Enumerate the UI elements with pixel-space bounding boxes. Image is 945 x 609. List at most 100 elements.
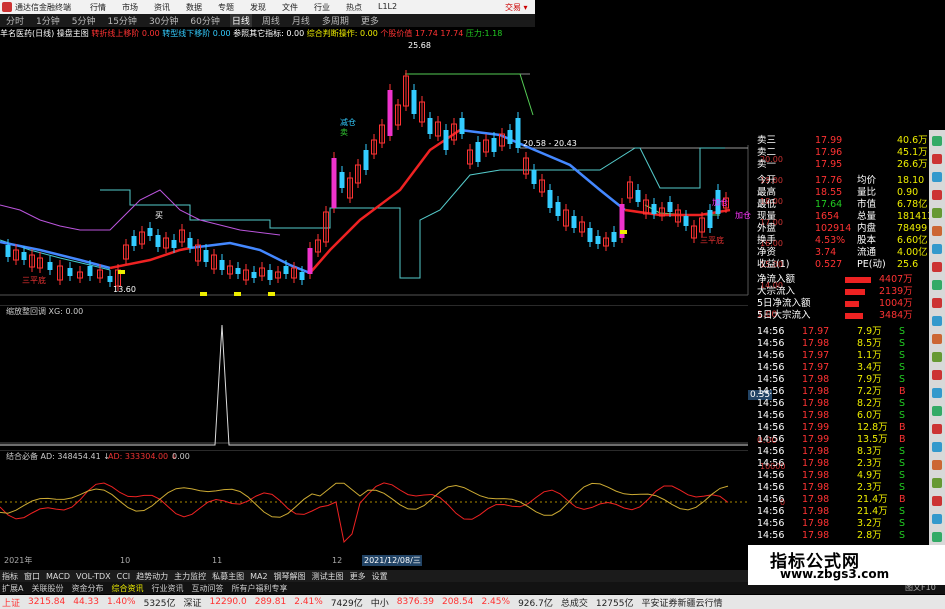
tool-icon[interactable] — [932, 334, 942, 344]
index-name[interactable]: 上证 — [2, 596, 20, 609]
tab-period[interactable]: 5分钟 — [70, 14, 98, 27]
info-tab[interactable]: 资金分布 — [71, 583, 103, 594]
tick-volume: 8.5万 — [857, 337, 882, 349]
menu-item[interactable]: 文件 — [282, 2, 298, 13]
menu-item[interactable]: 市场 — [122, 2, 138, 13]
indicator-tab[interactable]: 测试主图 — [312, 571, 344, 582]
indicator-tab[interactable]: VOL-TDX — [76, 572, 111, 581]
indicator-panel-1[interactable]: 缩放整回调 XG: 0.00 — [0, 305, 748, 450]
indicator-tab[interactable]: MA2 — [250, 572, 267, 581]
menu-item[interactable]: 资讯 — [154, 2, 170, 13]
tool-icon[interactable] — [932, 280, 942, 290]
candle-body — [507, 130, 513, 144]
tool-icon[interactable] — [932, 316, 942, 326]
indicator-name[interactable]: 操盘主图 — [57, 29, 89, 38]
tool-icon[interactable] — [932, 262, 942, 272]
tool-icon[interactable] — [932, 442, 942, 452]
stat-value: 18.10 — [897, 174, 925, 186]
stat-label: 流通 — [857, 246, 877, 258]
tool-icon[interactable] — [932, 244, 942, 254]
tool-icon[interactable] — [932, 496, 942, 506]
info-tab[interactable]: 扩展A — [2, 583, 23, 594]
menu-item[interactable]: 发现 — [250, 2, 266, 13]
tab-period[interactable]: 日线 — [229, 14, 252, 27]
info-tab[interactable]: 互动问答 — [191, 583, 223, 594]
candle-body — [251, 272, 257, 278]
tab-period[interactable]: 周线 — [260, 14, 282, 27]
tab-period[interactable]: 更多 — [359, 14, 381, 27]
tool-icon[interactable] — [932, 352, 942, 362]
info-value: 0.00 — [141, 29, 160, 38]
quote-row: 14:56 17.98 2.3万 S — [757, 482, 929, 494]
tick-side: B — [899, 421, 906, 433]
tab-period[interactable]: 30分钟 — [147, 14, 180, 27]
tool-icon[interactable] — [932, 208, 942, 218]
menu-item[interactable]: 行业 — [314, 2, 330, 13]
info-tab[interactable]: 综合资讯 — [111, 583, 143, 594]
tool-icon[interactable] — [932, 226, 942, 236]
support-band — [100, 147, 725, 279]
tick-volume: 13.5万 — [857, 433, 888, 445]
tool-icon[interactable] — [932, 514, 942, 524]
info-tab[interactable]: 所有户福利专享 — [231, 583, 287, 594]
indicator-tab[interactable]: 钢琴解图 — [274, 571, 306, 582]
tool-icon[interactable] — [932, 172, 942, 182]
tick-volume: 21.4万 — [857, 493, 888, 505]
tab-period[interactable]: 60分钟 — [188, 14, 221, 27]
menu-item[interactable]: 数据 — [186, 2, 202, 13]
tab-period[interactable]: 分时 — [4, 14, 26, 27]
stat-label: 量比 — [857, 186, 877, 198]
menu-item[interactable]: 行情 — [90, 2, 106, 13]
quote-row: 最高 18.55 量比 0.90 — [757, 187, 929, 199]
tab-period[interactable]: 月线 — [290, 14, 312, 27]
indicator-tab[interactable]: MACD — [46, 572, 70, 581]
info-tab[interactable]: 行业资讯 — [151, 583, 183, 594]
indicator-tab[interactable]: 指标 — [2, 571, 18, 582]
tool-icon[interactable] — [932, 190, 942, 200]
tab-period[interactable]: 15分钟 — [105, 14, 138, 27]
tool-icon[interactable] — [932, 478, 942, 488]
tool-icon[interactable] — [932, 136, 942, 146]
indicator-tab[interactable]: 趋势动力 — [136, 571, 168, 582]
indicator-tab[interactable]: 更多 — [350, 571, 366, 582]
index-status-bar: 上证 3215.84 44.33 1.40% 5325亿 深证 12290.0 … — [0, 595, 945, 609]
indicator-2-ad: AD: 333304.00 ↓ — [108, 452, 177, 461]
menu-item[interactable]: 专题 — [218, 2, 234, 13]
tool-icon[interactable] — [932, 370, 942, 380]
trade-menu-button[interactable]: 交易 ▾ — [505, 2, 528, 13]
flow-bar — [845, 277, 871, 284]
indicator-panel-2[interactable]: 结合必备 AD: 348454.41 ↓ AD: 333304.00 ↓ 0.0… — [0, 450, 748, 570]
info-tab[interactable]: 关联股份 — [31, 583, 63, 594]
indicator-tab[interactable]: 设置 — [372, 571, 388, 582]
tool-icon[interactable] — [932, 388, 942, 398]
indicator-tab[interactable]: 主力监控 — [174, 571, 206, 582]
index-name[interactable]: 中小 — [371, 596, 389, 609]
tool-icon[interactable] — [932, 424, 942, 434]
tool-icon[interactable] — [932, 298, 942, 308]
tool-icon[interactable] — [932, 406, 942, 416]
menu-item[interactable]: L1L2 — [378, 2, 397, 13]
tool-icon[interactable] — [932, 154, 942, 164]
candle-body — [21, 252, 27, 260]
quote-row: 收益(1) 0.527 PE(动) 25.6 — [757, 259, 929, 271]
tool-icon[interactable] — [932, 460, 942, 470]
indicator-tab[interactable]: 窗口 — [24, 571, 40, 582]
tool-icon[interactable] — [932, 532, 942, 542]
index-change: 208.54 — [441, 597, 474, 607]
tab-period[interactable]: 1分钟 — [34, 14, 62, 27]
info-label: 转折线上移阶 — [91, 29, 140, 38]
candle-body — [459, 118, 465, 134]
signal-tag: 加仓 — [712, 197, 728, 207]
flow-label: 5日净流入额 — [757, 298, 811, 310]
menu-bar: 通达信金融终端 行情 市场 资讯 数据 专题 发现 文件 行业 热点 L1L2 交易 ▾ — [0, 0, 535, 14]
tick-side: S — [899, 397, 906, 409]
index-name[interactable]: 深证 — [184, 596, 202, 609]
tab-period[interactable]: 多周期 — [320, 14, 351, 27]
menu-item[interactable]: 热点 — [346, 2, 362, 13]
tick-time: 14:56 — [757, 349, 785, 361]
indicator-tab[interactable]: CCI — [117, 572, 131, 581]
indicator-tab[interactable]: 私募主图 — [212, 571, 244, 582]
news-ticker[interactable]: 平安证券新疆云行情 — [641, 596, 722, 609]
tick-price: 17.98 — [802, 493, 830, 505]
candle-body — [5, 245, 11, 257]
